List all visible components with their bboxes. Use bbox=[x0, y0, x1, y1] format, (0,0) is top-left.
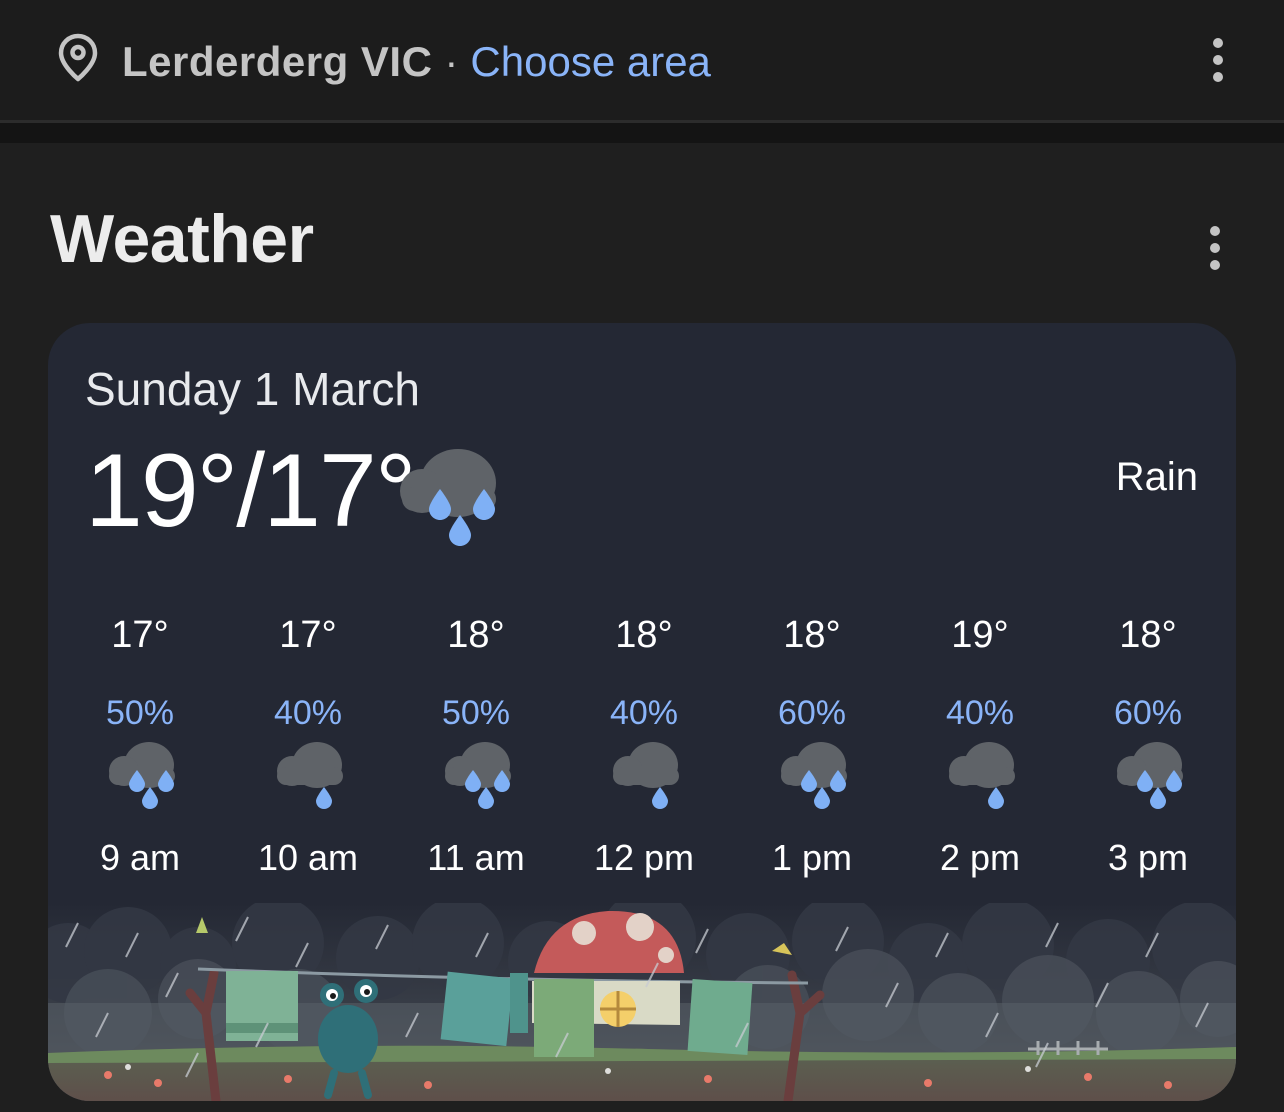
hour-temp: 18° bbox=[1119, 614, 1177, 656]
heavy-rain-icon bbox=[400, 449, 496, 546]
hourly-forecast: 17° 50% 9 am 17° 40% 10 am 18° 50% 11 am… bbox=[56, 605, 1232, 885]
heavy-rain-icon bbox=[109, 742, 175, 809]
weather-heading: Weather bbox=[50, 201, 314, 277]
hour-time: 11 am bbox=[427, 837, 525, 878]
hour-temp: 18° bbox=[615, 614, 673, 656]
hour-temp: 19° bbox=[951, 614, 1009, 656]
hour-precip: 60% bbox=[1113, 694, 1183, 732]
heavy-rain-icon bbox=[781, 742, 847, 809]
hour-column[interactable]: 17° 40% 10 am bbox=[224, 605, 392, 885]
light-rain-icon bbox=[949, 742, 1015, 809]
light-rain-icon bbox=[613, 742, 679, 809]
location-separator: · bbox=[444, 38, 459, 85]
hour-time: 9 am bbox=[99, 837, 181, 878]
weather-more-vert-icon[interactable] bbox=[1200, 218, 1230, 278]
rainy-frog-illustration bbox=[48, 903, 1236, 1101]
hour-time: 2 pm bbox=[939, 837, 1021, 878]
hour-precip: 40% bbox=[945, 694, 1015, 732]
map-pin-icon bbox=[58, 33, 98, 82]
hour-time: 1 pm bbox=[771, 837, 853, 878]
location-text: Lerderderg VIC · Choose area bbox=[122, 38, 711, 86]
more-vert-icon[interactable] bbox=[1203, 30, 1233, 90]
choose-area-link[interactable]: Choose area bbox=[470, 38, 711, 85]
hour-temp: 18° bbox=[783, 614, 841, 656]
hour-time: 12 pm bbox=[593, 837, 695, 878]
hour-column[interactable]: 17° 50% 9 am bbox=[56, 605, 224, 885]
location-bar: Lerderderg VIC · Choose area bbox=[0, 0, 1284, 123]
hour-column[interactable]: 18° 60% 1 pm bbox=[728, 605, 896, 885]
hour-column[interactable]: 19° 40% 2 pm bbox=[896, 605, 1064, 885]
hour-column[interactable]: 18° 50% 11 am bbox=[392, 605, 560, 885]
weather-condition: Rain bbox=[1115, 455, 1198, 499]
weather-card[interactable]: Sunday 1 March 19°/17° Rain 17° 50% 9 am… bbox=[48, 323, 1236, 1101]
hour-temp: 17° bbox=[111, 614, 169, 656]
hour-temp: 17° bbox=[279, 614, 337, 656]
hour-time: 10 am bbox=[257, 837, 359, 878]
forecast-date: Sunday 1 March bbox=[85, 363, 420, 415]
light-rain-icon bbox=[277, 742, 343, 809]
hour-column[interactable]: 18° 40% 12 pm bbox=[560, 605, 728, 885]
temperature-high-low: 19°/17° bbox=[85, 433, 416, 549]
section-divider bbox=[0, 123, 1284, 143]
hour-precip: 40% bbox=[609, 694, 679, 732]
hour-time: 3 pm bbox=[1107, 837, 1189, 878]
hour-precip: 60% bbox=[777, 694, 847, 732]
hour-precip: 40% bbox=[273, 694, 343, 732]
location-name: Lerderderg VIC bbox=[122, 38, 433, 85]
heavy-rain-icon bbox=[1117, 742, 1183, 809]
hour-precip: 50% bbox=[105, 694, 175, 732]
hour-temp: 18° bbox=[447, 614, 505, 656]
hour-column[interactable]: 18° 60% 3 pm bbox=[1064, 605, 1232, 885]
hour-precip: 50% bbox=[441, 694, 511, 732]
heavy-rain-icon bbox=[445, 742, 511, 809]
